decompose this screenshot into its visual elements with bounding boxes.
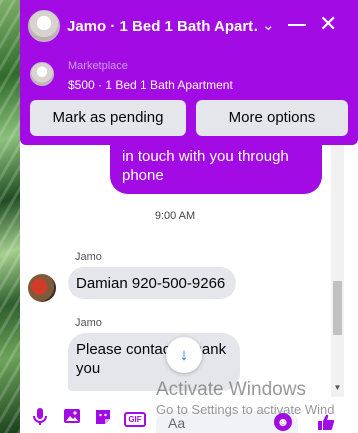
- scroll-arrow-down-icon[interactable]: ▼: [332, 383, 343, 392]
- title-row: Jamo · 1 Bed 1 Bath Apart… ⌄ ✕: [20, 8, 358, 44]
- listing-avatar[interactable]: [28, 10, 60, 42]
- listing-source: Marketplace: [68, 60, 128, 72]
- desktop-background: [0, 0, 20, 433]
- timestamp: 9:00 AM: [154, 210, 196, 222]
- chat-title[interactable]: Jamo · 1 Bed 1 Bath Apart…: [67, 18, 257, 35]
- close-icon[interactable]: ✕: [319, 13, 337, 35]
- sender-name: Jamo: [75, 317, 102, 329]
- scrollbar-thumb[interactable]: [333, 281, 342, 335]
- sender-avatar[interactable]: [28, 274, 56, 302]
- windows-activation-subtitle: Go to Settings to activate Wind: [156, 402, 335, 417]
- microphone-icon[interactable]: [30, 408, 50, 428]
- marketplace-listing[interactable]: Marketplace $500 · 1 Bed 1 Bath Apartmen…: [30, 60, 350, 94]
- sticker-icon[interactable]: [93, 408, 113, 428]
- message-placeholder: Aa: [168, 415, 186, 431]
- windows-activation-title: Activate Windows: [156, 379, 306, 400]
- scroll-down-button[interactable]: ↓: [166, 337, 202, 373]
- gif-icon[interactable]: GIF: [124, 412, 146, 427]
- listing-name: $500 · 1 Bed 1 Bath Apartment: [68, 78, 233, 92]
- minimize-icon[interactable]: [288, 24, 306, 26]
- chat-window: Jamo · 1 Bed 1 Bath Apart… ⌄ ✕ Marketpla…: [20, 0, 358, 433]
- sender-name: Jamo: [75, 251, 102, 263]
- photo-icon[interactable]: [62, 408, 82, 428]
- listing-thumbnail: [30, 62, 54, 86]
- mark-as-pending-button[interactable]: Mark as pending: [30, 100, 186, 136]
- chat-header: Jamo · 1 Bed 1 Bath Apart… ⌄ ✕ Marketpla…: [20, 0, 358, 145]
- arrow-down-icon: ↓: [179, 345, 189, 364]
- outgoing-message: in touch with you through phone: [110, 138, 322, 194]
- chevron-down-icon[interactable]: ⌄: [262, 16, 275, 36]
- scrollbar[interactable]: ▼: [331, 145, 344, 397]
- incoming-message: Damian 920-500-9266: [68, 267, 236, 299]
- more-options-button[interactable]: More options: [196, 100, 348, 136]
